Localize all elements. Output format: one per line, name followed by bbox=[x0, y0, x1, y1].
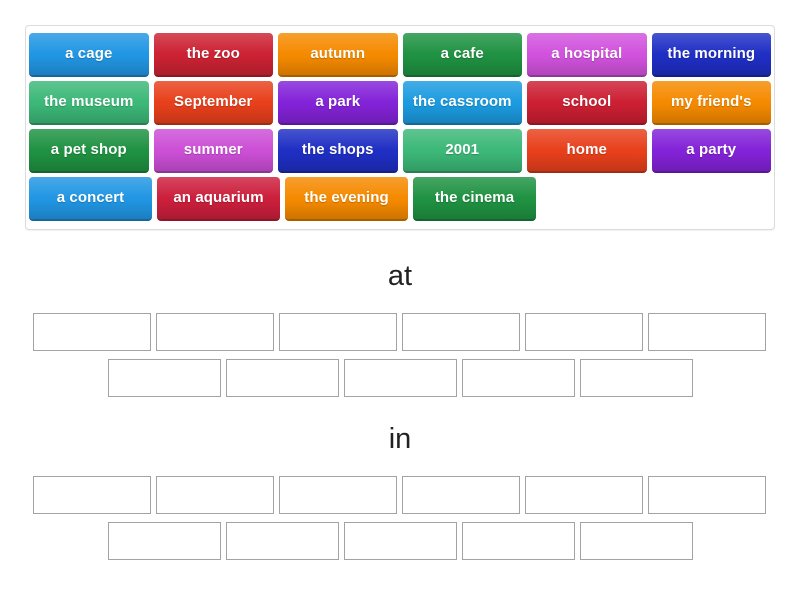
word-tile[interactable]: the museum bbox=[29, 81, 149, 125]
word-tile[interactable]: a pet shop bbox=[29, 129, 149, 173]
word-tile[interactable]: an aquarium bbox=[157, 177, 280, 221]
word-tile[interactable]: a park bbox=[278, 81, 398, 125]
slot-row bbox=[0, 476, 800, 514]
drop-slot[interactable] bbox=[156, 476, 274, 514]
word-tile[interactable]: a party bbox=[651, 129, 771, 173]
slot-row bbox=[0, 313, 800, 351]
drop-slot[interactable] bbox=[225, 522, 339, 560]
drop-slot[interactable] bbox=[648, 313, 766, 351]
drop-slot[interactable] bbox=[461, 522, 575, 560]
drop-slot[interactable] bbox=[343, 359, 457, 397]
word-tile[interactable]: summer bbox=[153, 129, 273, 173]
word-tile[interactable]: the shops bbox=[278, 129, 398, 173]
word-tile[interactable]: the zoo bbox=[153, 33, 273, 77]
tile-row: a pet shop summer the shops 2001 home a party bbox=[26, 129, 774, 173]
drop-slot[interactable] bbox=[579, 522, 693, 560]
drop-slot[interactable] bbox=[107, 522, 221, 560]
word-tile[interactable]: the morning bbox=[651, 33, 771, 77]
drop-slot[interactable] bbox=[279, 313, 397, 351]
slot-row bbox=[0, 522, 800, 560]
word-tile[interactable]: 2001 bbox=[402, 129, 522, 173]
slot-row bbox=[0, 359, 800, 397]
slot-container-at bbox=[0, 313, 800, 397]
drop-slot[interactable] bbox=[579, 359, 693, 397]
word-tile[interactable]: autumn bbox=[278, 33, 398, 77]
drop-group-in: in bbox=[0, 425, 800, 568]
drop-slot[interactable] bbox=[33, 313, 151, 351]
tile-row: a concert an aquarium the evening the cinem… bbox=[26, 177, 774, 221]
word-tile[interactable]: school bbox=[527, 81, 647, 125]
word-tile[interactable]: a hospital bbox=[527, 33, 647, 77]
group-title-in: in bbox=[388, 423, 412, 455]
word-tile[interactable]: September bbox=[153, 81, 273, 125]
word-tile[interactable]: a cage bbox=[29, 33, 149, 77]
drop-slot[interactable] bbox=[343, 522, 457, 560]
word-tile[interactable]: my friend's bbox=[651, 81, 771, 125]
slot-container-in bbox=[0, 476, 800, 560]
drop-group-at: at bbox=[0, 262, 800, 405]
drop-slot[interactable] bbox=[648, 476, 766, 514]
tile-row: a cage the zoo autumn a cafe a hospital the m… bbox=[26, 33, 774, 77]
drop-slot[interactable] bbox=[33, 476, 151, 514]
word-tile[interactable]: a cafe bbox=[402, 33, 522, 77]
word-tile[interactable]: a concert bbox=[29, 177, 152, 221]
drop-slot[interactable] bbox=[525, 313, 643, 351]
drop-slot[interactable] bbox=[225, 359, 339, 397]
word-tile[interactable]: home bbox=[527, 129, 647, 173]
word-tile[interactable]: the cinema bbox=[413, 177, 536, 221]
tile-row: the museum September a park the cassroom sch… bbox=[26, 81, 774, 125]
group-title-at: at bbox=[387, 260, 413, 292]
drop-slot[interactable] bbox=[525, 476, 643, 514]
drop-slot[interactable] bbox=[402, 313, 520, 351]
word-tile[interactable]: the evening bbox=[285, 177, 408, 221]
drop-slot[interactable] bbox=[279, 476, 397, 514]
drop-slot[interactable] bbox=[402, 476, 520, 514]
word-tile[interactable]: the cassroom bbox=[402, 81, 522, 125]
drop-slot[interactable] bbox=[156, 313, 274, 351]
drop-slot[interactable] bbox=[107, 359, 221, 397]
drop-slot[interactable] bbox=[461, 359, 575, 397]
word-tile-bank: a cage the zoo autumn a cafe a hospital the m… bbox=[25, 25, 775, 230]
